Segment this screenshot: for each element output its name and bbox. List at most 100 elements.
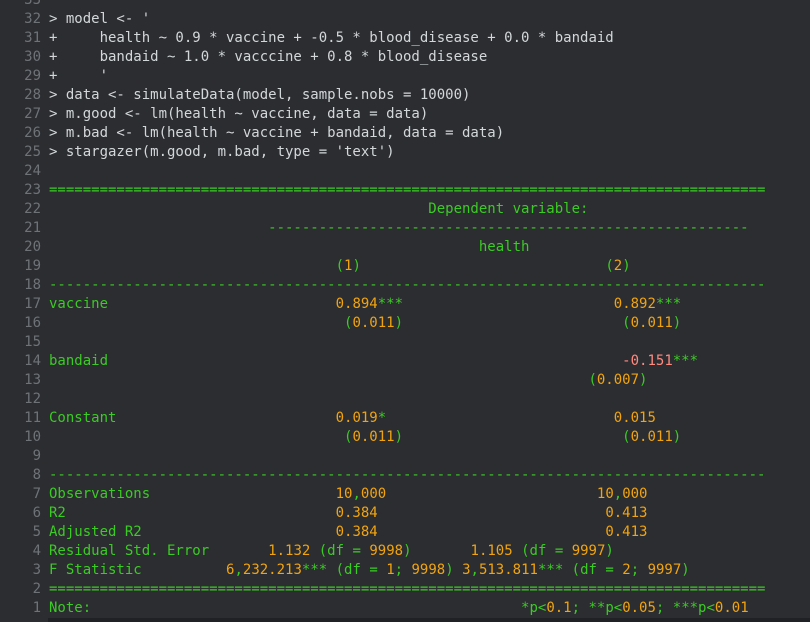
text-segment: 10 — [596, 486, 614, 502]
text-segment: 9997 — [571, 543, 606, 559]
text-segment: , — [234, 562, 243, 578]
line-number: 7 — [32, 486, 41, 502]
text-segment: ) — [622, 258, 631, 274]
text-segment: 9998 — [369, 543, 404, 559]
text-segment: Note: — [49, 600, 92, 616]
text-segment — [108, 296, 336, 312]
text-segment — [142, 562, 226, 578]
text-segment: , — [352, 486, 361, 502]
terminal-line: 8 ---------------------------------------… — [0, 466, 810, 485]
line-number: 22 — [24, 201, 41, 217]
line-number: 21 — [24, 220, 41, 236]
terminal-line: 16 (0.011) (0.011) — [0, 314, 810, 333]
text-segment: health — [49, 239, 530, 255]
line-text: (0.011) (0.011) — [49, 428, 681, 447]
line-text: > m.bad <- lm(health ~ vaccine + bandaid… — [49, 124, 504, 143]
terminal-line: 32 > model <- ' — [0, 10, 810, 29]
text-segment: 0.413 — [605, 524, 648, 540]
text-segment: 0.011 — [630, 429, 673, 445]
text-segment: + bandaid ~ 1.0 * vacccine + 0.8 * blood… — [49, 49, 488, 65]
text-segment: 0.011 — [630, 315, 673, 331]
line-text: R2 0.384 0.413 — [49, 504, 647, 523]
text-segment: > m.good <- lm(health ~ vaccine, data = … — [49, 106, 429, 122]
text-segment: ( — [49, 372, 597, 388]
line-text: > model <- ' — [49, 10, 150, 29]
text-segment: ) — [672, 429, 682, 445]
line-number: 33 — [24, 0, 41, 8]
terminal-line: 4 Residual Std. Error 1.132 (df = 9998) 1… — [0, 542, 810, 561]
line-number: 30 — [24, 49, 41, 65]
terminal-line: 7 Observations 10,000 10,000 — [0, 485, 810, 504]
line-number: 23 — [24, 182, 41, 198]
text-segment: ========================================… — [49, 581, 766, 597]
line-text: (0.007) — [49, 371, 647, 390]
text-segment: 9998 — [411, 562, 446, 578]
text-segment: (df = — [310, 543, 370, 559]
terminal-line: 12 — [0, 390, 810, 409]
terminal-line: 1 Note: *p<0.1; **p<0.05; ***p<0.01 — [0, 599, 810, 618]
line-number: 26 — [24, 125, 41, 141]
line-text: ----------------------------------------… — [49, 276, 765, 295]
text-segment: 0.01 — [714, 600, 749, 616]
line-number: 9 — [32, 448, 41, 464]
line-number: 25 — [24, 144, 41, 160]
text-segment: 0.007 — [596, 372, 640, 388]
text-segment: ( — [49, 258, 345, 274]
line-number: 12 — [24, 391, 41, 407]
text-segment: ) — [352, 258, 361, 274]
line-text: > data <- simulateData(model, sample.nob… — [49, 86, 470, 105]
text-segment: R2 — [49, 505, 66, 521]
text-segment: 2 — [613, 258, 623, 274]
line-number: 15 — [24, 334, 41, 350]
text-segment: vaccine — [49, 296, 109, 312]
line-text: Note: *p<0.1; **p<0.05; ***p<0.01 — [49, 599, 749, 618]
line-number: 32 — [24, 11, 41, 27]
line-number: 8 — [32, 467, 41, 483]
text-segment: *** — [655, 296, 682, 312]
terminal-output[interactable]: 33 32 > model <- ' 31 + health ~ 0.9 * vacci… — [0, 0, 810, 618]
terminal-line: 26 > m.bad <- lm(health ~ vaccine + banda… — [0, 124, 810, 143]
terminal-line: 3F Statistic 6,232.213*** (df = 1; 9998)… — [0, 561, 810, 580]
text-segment — [403, 296, 614, 312]
line-text: ----------------------------------------… — [49, 219, 748, 238]
text-segment: ( — [403, 429, 631, 445]
line-text: > stargazer(m.good, m.bad, type = 'text'… — [49, 143, 395, 162]
terminal-line: 18 --------------------------------------… — [0, 276, 810, 295]
line-number: 1 — [32, 600, 41, 616]
line-text: ========================================… — [49, 580, 765, 599]
text-segment: > model <- ' — [49, 11, 151, 27]
terminal-line: 17 vaccine 0.894*** 0.892*** — [0, 295, 810, 314]
text-segment: ----------------------------------------… — [49, 467, 766, 483]
text-segment: + health ~ 0.9 * vaccine + -0.5 * blood_… — [49, 30, 614, 46]
text-segment: bandaid — [49, 353, 109, 369]
text-segment: ) — [681, 562, 690, 578]
line-number: 5 — [32, 524, 41, 540]
line-number: 18 — [24, 277, 41, 293]
text-segment: > m.bad <- lm(health ~ vaccine + bandaid… — [49, 125, 505, 141]
text-segment — [378, 505, 606, 521]
terminal-line: 28 > data <- simulateData(model, sample.n… — [0, 86, 810, 105]
terminal-line: 19 (1) (2) — [0, 257, 810, 276]
terminal-line: 31 + health ~ 0.9 * vaccine + -0.5 * bloo… — [0, 29, 810, 48]
text-segment: -0.151 — [622, 353, 673, 369]
text-segment: *p< — [91, 600, 547, 616]
terminal-line: 21 -------------------------------------… — [0, 219, 810, 238]
line-number: 17 — [24, 296, 41, 312]
text-segment: Adjusted R2 — [49, 524, 142, 540]
text-segment: (df = — [512, 543, 572, 559]
text-segment: ; **p< — [571, 600, 623, 616]
gutter-footer — [0, 618, 48, 622]
terminal-line: 20 health — [0, 238, 810, 257]
text-segment — [66, 505, 336, 521]
line-text: F Statistic 6,232.213*** (df = 1; 9998) … — [49, 561, 690, 580]
text-segment: *** (df = — [301, 562, 387, 578]
terminal-line: 6 R2 0.384 0.413 — [0, 504, 810, 523]
text-segment: , — [470, 562, 479, 578]
terminal-line: 10 (0.011) (0.011) — [0, 428, 810, 447]
text-segment: > data <- simulateData(model, sample.nob… — [49, 87, 471, 103]
text-segment: *** (df = — [537, 562, 623, 578]
text-segment: 0.019 — [335, 410, 378, 426]
line-number: 4 — [32, 543, 41, 559]
text-segment: Constant — [49, 410, 117, 426]
line-number: 14 — [24, 353, 41, 369]
